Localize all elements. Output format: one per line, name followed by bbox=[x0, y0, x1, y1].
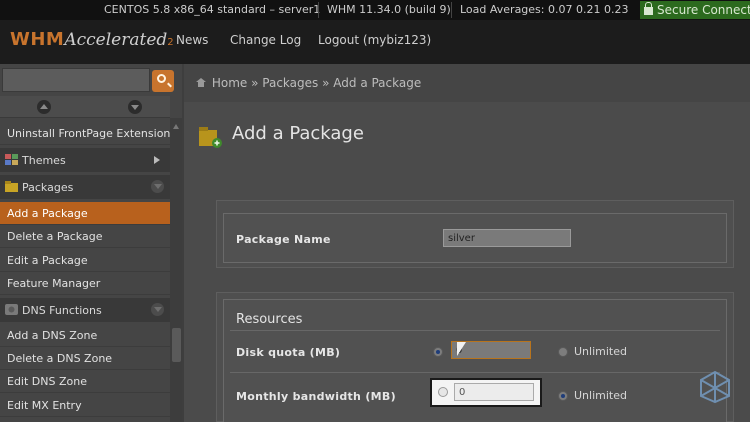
home-icon bbox=[196, 78, 206, 87]
bandwidth-custom-radio[interactable] bbox=[438, 387, 448, 397]
breadcrumb-packages[interactable]: Packages bbox=[262, 76, 318, 90]
scroll-down-icon[interactable] bbox=[128, 100, 142, 114]
disk-quota-label: Disk quota (MB) bbox=[236, 346, 341, 359]
section-divider bbox=[230, 330, 720, 331]
sidebar-item-delete-package[interactable]: Delete a Package bbox=[0, 225, 170, 248]
disk-quota-custom-radio[interactable] bbox=[433, 347, 443, 357]
status-divider bbox=[451, 2, 452, 18]
server-os-info: CENTOS 5.8 x86_64 standard – server1 bbox=[104, 3, 321, 16]
bandwidth-input[interactable] bbox=[454, 383, 534, 401]
scroll-up-icon[interactable] bbox=[173, 124, 179, 129]
dns-icon bbox=[5, 304, 18, 315]
sidebar-item-add-dns-zone[interactable]: Add a DNS Zone bbox=[0, 324, 170, 347]
whm-version: WHM 11.34.0 (build 9) bbox=[327, 3, 451, 16]
sidebar-section-label: Themes bbox=[22, 154, 66, 167]
breadcrumb: Home » Packages » Add a Package bbox=[196, 76, 421, 90]
server-status-bar: CENTOS 5.8 x86_64 standard – server1 WHM… bbox=[0, 0, 750, 20]
disk-quota-unlimited-radio[interactable] bbox=[558, 347, 568, 357]
bandwidth-unlimited-radio[interactable] bbox=[558, 391, 568, 401]
logo-text-whm: WHM bbox=[10, 29, 65, 50]
status-divider bbox=[318, 2, 319, 18]
sidebar-item-delete-dns-zone[interactable]: Delete a DNS Zone bbox=[0, 347, 170, 370]
sidebar-item-edit-package[interactable]: Edit a Package bbox=[0, 249, 170, 272]
sidebar-item-add-package[interactable]: Add a Package bbox=[0, 202, 170, 225]
sidebar: Uninstall FrontPage Extensions Themes Pa… bbox=[0, 64, 182, 422]
row-divider bbox=[230, 372, 720, 373]
sidebar-section-label: DNS Functions bbox=[22, 304, 102, 317]
resources-heading: Resources bbox=[236, 312, 303, 327]
disk-quota-unlimited-label: Unlimited bbox=[574, 345, 627, 358]
package-name-panel: Package Name bbox=[216, 200, 734, 268]
monthly-bandwidth-label: Monthly bandwidth (MB) bbox=[236, 390, 396, 403]
mouse-cursor-icon bbox=[457, 342, 466, 356]
chevron-down-icon bbox=[151, 303, 164, 316]
breadcrumb-bar: Home » Packages » Add a Package bbox=[184, 64, 750, 102]
sidebar-search-button[interactable] bbox=[152, 70, 174, 92]
secure-connection-label: Secure Connection bbox=[657, 3, 750, 17]
sidebar-item-feature-manager[interactable]: Feature Manager bbox=[0, 272, 170, 295]
sidebar-scroll-thumb[interactable] bbox=[172, 328, 181, 362]
sidebar-scroll-arrows bbox=[0, 96, 170, 118]
breadcrumb-separator: » bbox=[251, 76, 259, 90]
nav-logout[interactable]: Logout (mybiz123) bbox=[318, 33, 431, 47]
sidebar-section-themes[interactable]: Themes bbox=[0, 148, 170, 172]
page-title: Add a Package bbox=[232, 123, 364, 144]
scroll-up-icon[interactable] bbox=[37, 100, 51, 114]
sidebar-item-edit-dns-zone[interactable]: Edit DNS Zone bbox=[0, 370, 170, 393]
logo-text-accelerated: Accelerated bbox=[64, 30, 168, 50]
search-icon bbox=[157, 74, 166, 83]
sidebar-scrollbar[interactable] bbox=[170, 118, 182, 422]
chevron-right-icon bbox=[154, 156, 160, 164]
sidebar-section-label: Packages bbox=[22, 181, 74, 194]
breadcrumb-separator: » bbox=[322, 76, 330, 90]
package-name-fieldset: Package Name bbox=[223, 213, 727, 263]
sidebar-search-input[interactable] bbox=[2, 68, 150, 92]
whm-logo[interactable]: WHMAccelerated2 bbox=[10, 29, 174, 50]
nav-news[interactable]: News bbox=[176, 33, 208, 47]
package-name-input[interactable] bbox=[443, 229, 571, 247]
sidebar-item-edit-mx-entry[interactable]: Edit MX Entry bbox=[0, 394, 170, 417]
breadcrumb-current: Add a Package bbox=[333, 76, 422, 90]
lock-icon bbox=[644, 2, 653, 15]
main-content: Add a Package Package Name Resources Dis… bbox=[184, 102, 750, 422]
logo-text-version: 2 bbox=[167, 37, 174, 48]
add-package-icon bbox=[199, 127, 222, 148]
sidebar-section-dns-functions[interactable]: DNS Functions bbox=[0, 298, 170, 322]
load-averages: Load Averages: 0.07 0.21 0.23 bbox=[460, 3, 629, 16]
bandwidth-unlimited-label: Unlimited bbox=[574, 389, 627, 402]
app-header: WHMAccelerated2 News Change Log Logout (… bbox=[0, 20, 750, 64]
sidebar-item-uninstall-frontpage[interactable]: Uninstall FrontPage Extensions bbox=[0, 122, 176, 145]
package-name-label: Package Name bbox=[236, 233, 331, 246]
secure-connection-badge[interactable]: Secure Connection bbox=[640, 1, 750, 19]
breadcrumb-home[interactable]: Home bbox=[212, 76, 247, 90]
watermark-logo-icon bbox=[700, 370, 730, 404]
chevron-down-icon bbox=[151, 180, 164, 193]
bandwidth-highlight-box bbox=[430, 378, 542, 407]
themes-icon bbox=[5, 154, 18, 165]
package-icon bbox=[5, 181, 18, 192]
sidebar-section-packages[interactable]: Packages bbox=[0, 175, 170, 199]
nav-change-log[interactable]: Change Log bbox=[230, 33, 301, 47]
